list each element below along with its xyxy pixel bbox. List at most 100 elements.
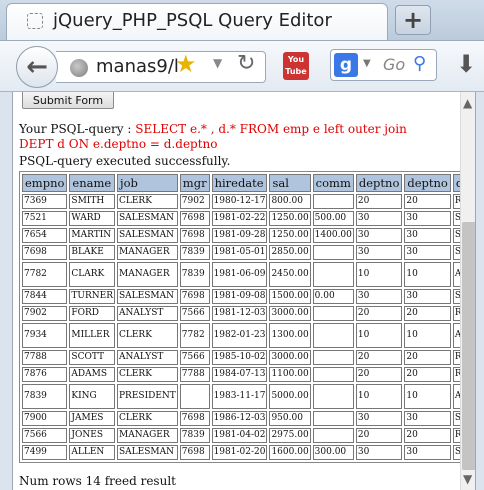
history-dropdown-icon[interactable]: ▼ — [213, 56, 222, 70]
table-cell — [312, 194, 354, 209]
table-row: 7782 CLARK MANAGER 7839 1981-06-09 2450.00 10 1… — [22, 262, 475, 287]
reload-icon[interactable]: ↻ — [237, 51, 255, 76]
table-cell: 1500.00 — [269, 289, 311, 304]
table-cell: 1982-01-23 — [211, 323, 268, 348]
table-cell: 30 — [355, 289, 403, 304]
table-cell: 20 — [404, 367, 451, 382]
column-header: comm — [312, 174, 354, 192]
table-cell: 10 — [404, 384, 451, 409]
table-cell — [312, 306, 354, 321]
table-cell: SALESMAN — [117, 228, 178, 243]
table-cell: 7876 — [22, 367, 68, 382]
table-cell: JONES — [69, 428, 115, 443]
table-cell: 7934 — [22, 323, 68, 348]
table-cell: 20 — [355, 306, 403, 321]
new-tab-button[interactable]: + — [395, 5, 431, 35]
table-cell: ANALYST — [117, 306, 178, 321]
table-cell: 10 — [404, 262, 451, 287]
bookmark-star-icon[interactable]: ★ — [175, 50, 197, 78]
table-cell: SCOTT — [69, 350, 115, 365]
table-cell: 7521 — [22, 211, 68, 226]
table-cell — [312, 411, 354, 426]
table-cell: CLERK — [117, 194, 178, 209]
table-cell: 2450.00 — [269, 262, 311, 287]
table-cell: 30 — [404, 445, 451, 460]
search-bar[interactable]: g ▼ Go ⚲ — [330, 49, 437, 81]
table-cell: 7698 — [22, 245, 68, 260]
table-cell: 5000.00 — [269, 384, 311, 409]
back-arrow-icon: ← — [26, 52, 48, 82]
table-cell: 20 — [355, 367, 403, 382]
download-icon[interactable]: ⬇ — [456, 50, 476, 78]
tab-strip: jQuery_PHP_PSQL Query Editor + — [0, 0, 484, 40]
table-cell: 1981-04-02 — [211, 428, 268, 443]
column-header: deptno — [355, 174, 403, 192]
rows-freed-message: Num rows 14 freed result — [19, 474, 176, 488]
table-cell — [312, 384, 354, 409]
results-table: empno ename job mgr hiredate sal comm de… — [19, 171, 475, 463]
search-input[interactable]: Go — [383, 55, 405, 74]
table-cell: 7788 — [179, 367, 210, 382]
table-cell: 1981-12-03 — [211, 306, 268, 321]
table-cell: 7566 — [179, 350, 210, 365]
table-cell: 7839 — [179, 262, 210, 287]
search-icon[interactable]: ⚲ — [413, 53, 426, 74]
table-cell — [312, 245, 354, 260]
table-cell: 1100.00 — [269, 367, 311, 382]
table-cell: 1981-09-28 — [211, 228, 268, 243]
scroll-up-arrow-icon[interactable]: ▲ — [463, 96, 472, 110]
table-cell: TURNER — [69, 289, 115, 304]
table-cell — [179, 384, 210, 409]
table-row: 7902 FORD ANALYST 7566 1981-12-03 3000.00 20 20… — [22, 306, 475, 321]
column-header: empno — [22, 174, 68, 192]
table-cell: MARTIN — [69, 228, 115, 243]
table-cell: 20 — [404, 194, 451, 209]
table-cell: 7839 — [179, 245, 210, 260]
table-cell: SALESMAN — [117, 289, 178, 304]
table-cell: 3000.00 — [269, 350, 311, 365]
browser-tab[interactable]: jQuery_PHP_PSQL Query Editor — [6, 3, 388, 40]
table-cell: 0.00 — [312, 289, 354, 304]
table-cell: 1986-12-03 — [211, 411, 268, 426]
vertical-scrollbar[interactable]: ▲ ▼ — [460, 92, 475, 490]
url-bar[interactable]: manas9/l — [56, 51, 266, 83]
url-text: manas9/l — [96, 56, 179, 77]
table-cell: FORD — [69, 306, 115, 321]
table-cell: ANALYST — [117, 350, 178, 365]
scroll-down-arrow-icon[interactable]: ▼ — [463, 472, 472, 486]
scrollbar-thumb[interactable] — [462, 222, 475, 470]
table-cell: 1981-02-20 — [211, 445, 268, 460]
table-cell: 1985-10-02 — [211, 350, 268, 365]
submit-form-button[interactable]: Submit Form — [22, 92, 114, 109]
table-cell: 30 — [404, 289, 451, 304]
table-cell: 7369 — [22, 194, 68, 209]
youtube-icon[interactable]: You Tube — [283, 52, 309, 80]
globe-icon — [70, 59, 88, 77]
table-cell: 7788 — [22, 350, 68, 365]
table-cell: 20 — [355, 428, 403, 443]
table-cell: MANAGER — [117, 245, 178, 260]
table-cell: SMITH — [69, 194, 115, 209]
table-row: 7369SMITHCLERK79021980-12-17800.002020RE… — [22, 194, 475, 209]
table-cell: 20 — [404, 350, 451, 365]
table-cell: ADAMS — [69, 367, 115, 382]
table-cell: 2975.00 — [269, 428, 311, 443]
search-engine-dropdown-icon[interactable]: ▼ — [363, 58, 371, 69]
page-favicon-icon — [27, 13, 43, 29]
table-cell: 500.00 — [312, 211, 354, 226]
success-message: PSQL-query executed successfully. — [19, 154, 231, 168]
table-cell: 7844 — [22, 289, 68, 304]
table-cell: 1400.00 — [312, 228, 354, 243]
table-cell: BLAKE — [69, 245, 115, 260]
back-button[interactable]: ← — [16, 46, 58, 88]
table-cell: 7566 — [179, 306, 210, 321]
column-header: ename — [69, 174, 115, 192]
table-cell: 1981-06-09 — [211, 262, 268, 287]
table-cell: 1981-09-08 — [211, 289, 268, 304]
table-cell: 1300.00 — [269, 323, 311, 348]
table-cell: JAMES — [69, 411, 115, 426]
table-row: 7566 JONES MANAGER 7839 1981-04-02 2975.00 20 2… — [22, 428, 475, 443]
table-cell: ALLEN — [69, 445, 115, 460]
google-icon[interactable]: g — [334, 53, 358, 77]
tab-title: jQuery_PHP_PSQL Query Editor — [53, 10, 332, 31]
